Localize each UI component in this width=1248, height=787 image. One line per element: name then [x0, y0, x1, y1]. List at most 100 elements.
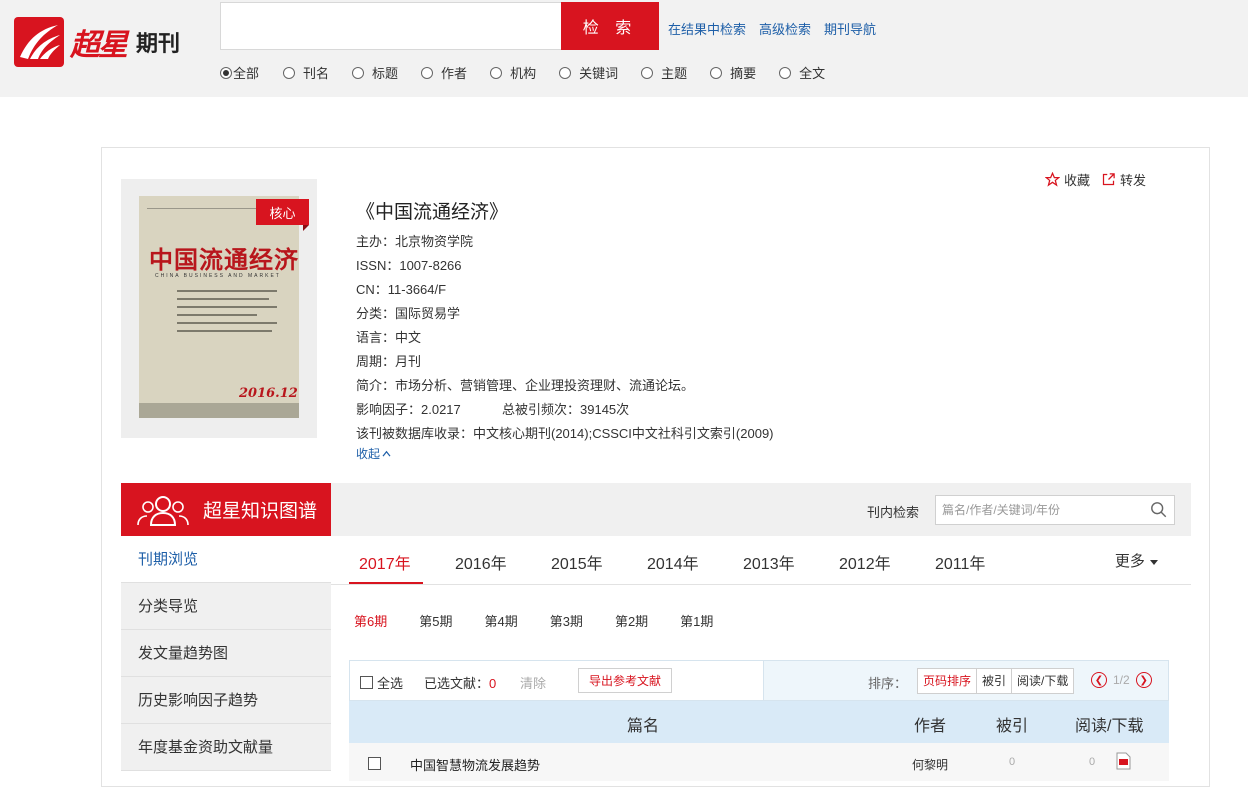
- prev-page-icon[interactable]: ❮: [1091, 672, 1107, 688]
- star-icon: [1045, 172, 1060, 187]
- sidebar-item-fund-literature[interactable]: 年度基金资助文献量: [121, 724, 331, 771]
- tab-year-2014[interactable]: 2014年: [647, 550, 699, 574]
- meta-impact-factor: 影响因子：2.0217: [356, 402, 461, 417]
- journal-meta: 主办：北京物资学院 ISSN：1007-8266 CN：11-3664/F 分类…: [356, 230, 774, 446]
- logo-text: 超星: [70, 28, 128, 63]
- tab-issue-2[interactable]: 第2期: [615, 611, 648, 630]
- caret-down-icon: [1150, 560, 1158, 565]
- article-cited-count: 0: [1009, 756, 1016, 768]
- journal-nav-link[interactable]: 期刊导航: [824, 19, 876, 38]
- column-header-read[interactable]: 阅读/下载: [1075, 712, 1143, 736]
- journal-cover-image[interactable]: 中国流通经济 CHINA BUSINESS AND MARKET 2016.12: [139, 196, 299, 418]
- page-indicator: 1/2: [1113, 673, 1130, 687]
- cover-subtitle: CHINA BUSINESS AND MARKET: [155, 273, 281, 279]
- meta-indexed: 该刊被数据库收录：中文核心期刊(2014);CSSCI中文社科引文索引(2009…: [356, 426, 774, 441]
- scope-label: 全部: [233, 66, 260, 81]
- select-all-label: 全选: [377, 676, 404, 691]
- collapse-link[interactable]: 收起: [356, 445, 391, 462]
- search-input[interactable]: [220, 2, 562, 50]
- scope-radio-subject[interactable]: 主题: [641, 63, 687, 82]
- selection-controls: 全选 已选文献：0 清除 导出参考文献: [350, 661, 764, 700]
- search-in-results-link[interactable]: 在结果中检索: [668, 19, 746, 38]
- issue-tabs: 第6期 第5期 第4期 第3期 第2期 第1期: [354, 611, 713, 630]
- share-button[interactable]: 转发: [1101, 170, 1146, 189]
- sidebar-item-issue-browse[interactable]: 刊期浏览: [121, 536, 331, 583]
- scope-label: 作者: [441, 66, 468, 81]
- scope-label: 刊名: [303, 66, 330, 81]
- cover-contents-lines: [177, 290, 277, 338]
- in-journal-search-input[interactable]: 篇名/作者/关键词/年份: [935, 495, 1175, 525]
- scope-radio-journal[interactable]: 刊名: [283, 63, 329, 82]
- search-icon[interactable]: [1150, 501, 1168, 519]
- sidebar-item-publication-trend[interactable]: 发文量趋势图: [121, 630, 331, 677]
- sidebar-item-category-guide[interactable]: 分类导览: [121, 583, 331, 630]
- radio-icon: [710, 66, 723, 79]
- active-tab-underline: [349, 582, 423, 584]
- sort-options: 页码排序 被引 阅读/下载: [917, 668, 1075, 694]
- sort-by-cited-button[interactable]: 被引: [977, 669, 1013, 693]
- tab-year-2013[interactable]: 2013年: [743, 550, 795, 574]
- tab-year-2012[interactable]: 2012年: [839, 550, 891, 574]
- meta-total-cited: 总被引频次：39145次: [502, 402, 630, 417]
- knowledge-graph-banner[interactable]: 超星知识图谱: [121, 483, 331, 536]
- scope-radio-institution[interactable]: 机构: [490, 63, 536, 82]
- scope-radio-author[interactable]: 作者: [421, 63, 467, 82]
- meta-frequency: 周期：月刊: [356, 354, 422, 369]
- select-all-checkbox[interactable]: 全选: [360, 673, 403, 692]
- tab-issue-1[interactable]: 第1期: [680, 611, 713, 630]
- sort-by-page-button[interactable]: 页码排序: [918, 669, 978, 693]
- clear-selection-button[interactable]: 清除: [520, 673, 546, 692]
- in-journal-search-bar: 刊内检索 篇名/作者/关键词/年份: [331, 483, 1191, 536]
- tab-year-2011[interactable]: 2011年: [935, 550, 985, 574]
- meta-sponsor: 主办：北京物资学院: [356, 234, 474, 249]
- article-author[interactable]: 何黎明: [912, 756, 948, 773]
- site-logo[interactable]: 超星 期刊: [14, 16, 180, 68]
- radio-icon: [559, 66, 572, 79]
- scope-radio-title[interactable]: 标题: [352, 63, 398, 82]
- pdf-icon[interactable]: [1116, 752, 1131, 770]
- journal-panel: 收藏 转发 中国流通经济 CHINA BUSINESS AND MARKET 2…: [101, 147, 1210, 787]
- in-journal-search-placeholder: 篇名/作者/关键词/年份: [942, 503, 1061, 517]
- search-scope-group: 全部 刊名 标题 作者 机构 关键词 主题 摘要 全文: [220, 63, 848, 82]
- column-header-cited[interactable]: 被引: [996, 712, 1028, 736]
- meta-category: 分类：国际贸易学: [356, 306, 461, 321]
- scope-label: 机构: [510, 66, 537, 81]
- scope-label: 摘要: [730, 66, 757, 81]
- journal-cover-frame: 中国流通经济 CHINA BUSINESS AND MARKET 2016.12…: [121, 179, 317, 438]
- tab-issue-5[interactable]: 第5期: [419, 611, 452, 630]
- more-years-dropdown[interactable]: 更多: [1115, 550, 1159, 571]
- row-checkbox[interactable]: [368, 757, 381, 770]
- tab-issue-3[interactable]: 第3期: [550, 611, 583, 630]
- radio-icon: [421, 66, 434, 79]
- cover-title: 中国流通经济: [149, 245, 299, 274]
- tab-year-2016[interactable]: 2016年: [455, 550, 507, 574]
- top-header: 超星 期刊 检 索 在结果中检索 高级检索 期刊导航 全部 刊名 标题 作者 机…: [0, 0, 1248, 97]
- tab-issue-4[interactable]: 第4期: [484, 611, 517, 630]
- tab-issue-6[interactable]: 第6期: [354, 611, 387, 630]
- search-links: 在结果中检索 高级检索 期刊导航: [668, 19, 876, 38]
- radio-icon: [220, 66, 232, 79]
- column-header-title[interactable]: 篇名: [627, 712, 659, 736]
- next-page-icon[interactable]: ❯: [1135, 672, 1152, 688]
- checkbox-icon: [360, 676, 373, 689]
- sidebar-item-impact-history[interactable]: 历史影响因子趋势: [121, 677, 331, 724]
- scope-radio-fulltext[interactable]: 全文: [779, 63, 825, 82]
- radio-icon: [283, 66, 296, 79]
- tab-year-2017[interactable]: 2017年: [359, 550, 411, 574]
- tab-year-2015[interactable]: 2015年: [551, 550, 603, 574]
- column-header-author[interactable]: 作者: [914, 712, 946, 736]
- scope-radio-keyword[interactable]: 关键词: [559, 63, 618, 82]
- knowledge-graph-title: 超星知识图谱: [202, 501, 317, 522]
- scope-radio-all[interactable]: 全部: [220, 63, 259, 82]
- scope-radio-abstract[interactable]: 摘要: [710, 63, 756, 82]
- cover-year: 2016.12: [239, 386, 298, 401]
- meta-language: 语言：中文: [356, 330, 422, 345]
- journal-actions: 收藏 转发: [1045, 170, 1146, 189]
- sort-label: 排序：: [868, 676, 908, 691]
- export-references-button[interactable]: 导出参考文献: [578, 668, 672, 693]
- search-button[interactable]: 检 索: [561, 2, 659, 50]
- sort-by-reads-button[interactable]: 阅读/下载: [1012, 669, 1073, 693]
- article-title-link[interactable]: 中国智慧物流发展趋势: [410, 755, 540, 774]
- advanced-search-link[interactable]: 高级检索: [759, 19, 811, 38]
- favorite-button[interactable]: 收藏: [1045, 170, 1090, 189]
